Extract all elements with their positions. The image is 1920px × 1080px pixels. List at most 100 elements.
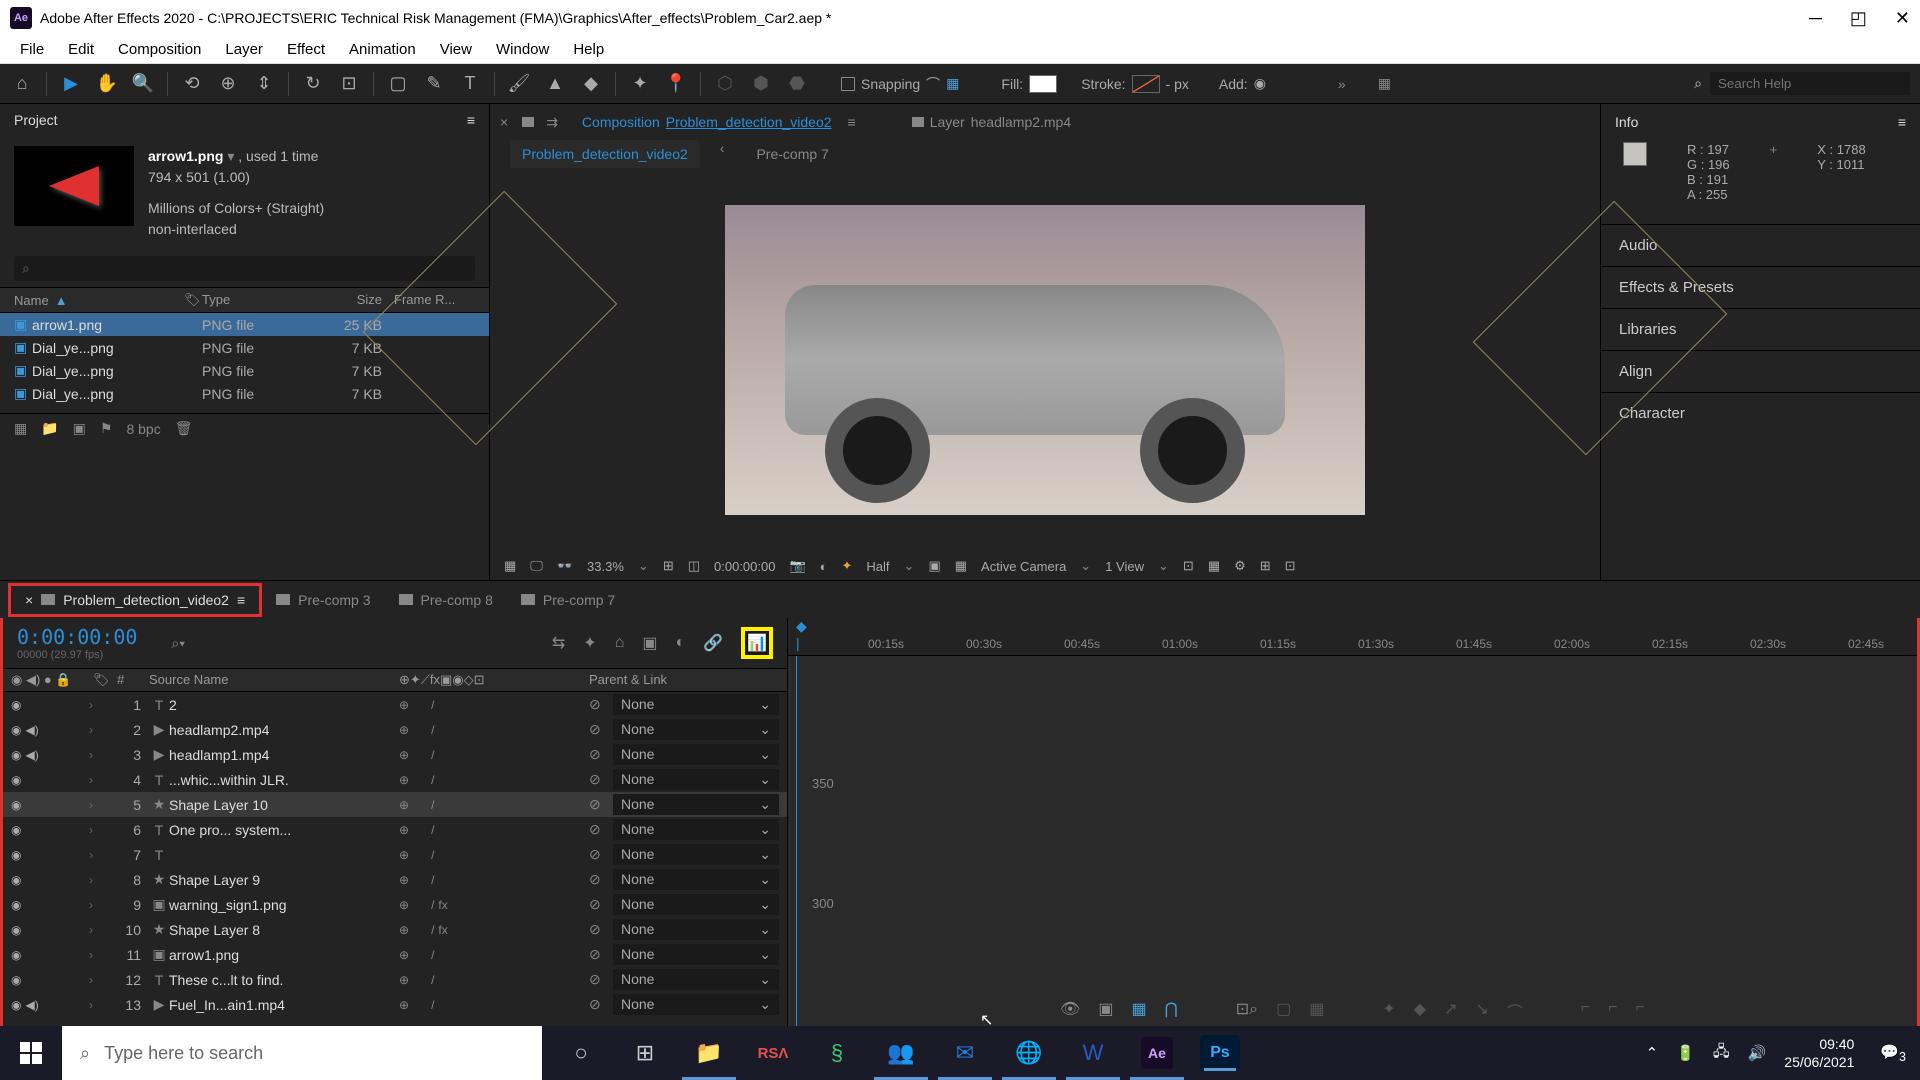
shy-icon[interactable]: ⌂ [615,634,625,652]
minimize-icon[interactable]: ─ [1809,8,1822,29]
taskview-icon[interactable]: ⊞ [614,1026,676,1080]
puppet-tool-icon[interactable]: 📍 [664,72,688,96]
timeline-layer[interactable]: ◉›5★Shape Layer 10⊕/⊘None⌄ [3,792,787,817]
anchor-tool-icon[interactable]: ⊡ [337,72,361,96]
libraries-panel[interactable]: Libraries [1601,308,1920,350]
gc-fit-icon[interactable]: ⊡⌕ [1236,999,1258,1023]
timeline-layer[interactable]: ◉›4T...whic...within JLR.⊕/⊘None⌄ [3,767,787,792]
frame-blend-icon[interactable]: ▣ [642,633,657,653]
timeline-layer[interactable]: ◉◀)›3▶headlamp1.mp4⊕/⊘None⌄ [3,742,787,767]
close-icon[interactable]: × [25,592,33,608]
timeline-tab[interactable]: Pre-comp 8 [385,586,507,614]
start-button[interactable] [0,1026,62,1080]
timeline-ruler[interactable]: ◆| 00:15s 00:30s 00:45s 01:00s 01:15s 01… [788,618,1917,656]
hand-tool-icon[interactable]: ✋ [95,72,119,96]
mask-icon[interactable]: ◫ [688,558,700,574]
composition-viewer[interactable] [490,168,1600,552]
brush-tool-icon[interactable]: 🖌 [507,72,531,96]
outlook-icon[interactable]: ✉ [934,1026,996,1080]
cti-line[interactable] [796,656,797,1035]
snapshot-icon[interactable]: 📷 [789,558,805,574]
text-tool-icon[interactable]: T [458,72,482,96]
vc-icon1[interactable]: ⊡ [1183,558,1194,574]
view-dropdown[interactable]: 1 View [1105,559,1144,574]
transp-icon[interactable]: ▦ [955,558,967,574]
gc-magnet-icon[interactable]: ⋂ [1165,999,1178,1023]
comp-menu-icon[interactable]: ≡ [848,114,856,130]
effects-panel[interactable]: Effects & Presets [1601,266,1920,308]
timeline-tab[interactable]: Pre-comp 3 [262,586,384,614]
bpc-label[interactable]: 8 bpc [126,421,160,437]
timeline-tab-active[interactable]: × Problem_detection_video2 ≡ [8,583,262,617]
camera-dropdown[interactable]: Active Camera [981,559,1066,574]
close-tab-icon[interactable]: × [490,114,518,130]
dolly-tool-icon[interactable]: ⇕ [252,72,276,96]
timeline-layer[interactable]: ◉◀)›13▶Fuel_In...ain1.mp4⊕/⊘None⌄ [3,992,787,1017]
list-item[interactable]: ▣ Dial_ye...png PNG file 7 KB [0,359,489,382]
list-item[interactable]: ▣ Dial_ye...png PNG file 7 KB [0,382,489,405]
gc-show-icon[interactable]: ▣ [1098,999,1113,1023]
timeline-timecode[interactable]: 0:00:00:00 [17,625,137,649]
notifications-icon[interactable]: 💬3 [1880,1043,1906,1064]
timecode-value[interactable]: 0:00:00:00 [714,559,775,574]
snap-opt1-icon[interactable]: ⌒ [926,74,940,94]
timeline-tab[interactable]: Pre-comp 7 [507,586,629,614]
rotate-tool-icon[interactable]: ↻ [301,72,325,96]
pen-tool-icon[interactable]: ✎ [422,72,446,96]
timeline-layer[interactable]: ◉›8★Shape Layer 9⊕/⊘None⌄ [3,867,787,892]
timeline-search-icon[interactable]: ⌕▾ [171,635,185,652]
graph-editor-icon[interactable]: 📊 [741,627,773,659]
timeline-layer[interactable]: ◉›1T 2⊕/⊘None⌄ [3,692,787,717]
subtab[interactable]: Pre-comp 7 [744,140,840,168]
magnification-icon[interactable]: ▦ [504,558,516,574]
menu-composition[interactable]: Composition [108,37,211,62]
timeline-layer[interactable]: ◉›7T⊕/⊘None⌄ [3,842,787,867]
comp-flowchart-icon[interactable]: ⇆ [552,633,565,653]
menu-edit[interactable]: Edit [58,37,104,62]
timeline-layer[interactable]: ◉›10★Shape Layer 8⊕/ fx⊘None⌄ [3,917,787,942]
list-item[interactable]: ▣ arrow1.png PNG file 25 KB [0,313,489,336]
word-icon[interactable]: W [1062,1026,1124,1080]
clone-tool-icon[interactable]: ▲ [543,72,567,96]
tray-chevron-icon[interactable]: ⌃ [1646,1044,1659,1062]
list-item[interactable]: ▣ Dial_ye...png PNG file 7 KB [0,336,489,359]
zoom-tool-icon[interactable]: 🔍 [131,72,155,96]
menu-layer[interactable]: Layer [215,37,273,62]
panel-menu-icon[interactable]: ≡ [467,112,475,128]
timeline-layer[interactable]: ◉›9▣warning_sign1.png⊕/ fx⊘None⌄ [3,892,787,917]
vc-icon3[interactable]: ⚙ [1234,558,1246,574]
fill-swatch[interactable] [1029,75,1057,93]
vc-icon5[interactable]: ⊡ [1285,558,1296,574]
channel-icon[interactable]: ◐ [820,559,828,574]
timeline-layer[interactable]: ◉›11▣arrow1.png⊕/⊘None⌄ [3,942,787,967]
search-help-input[interactable] [1710,72,1910,95]
character-panel[interactable]: Character [1601,392,1920,434]
battery-icon[interactable]: 🔋 [1676,1044,1695,1062]
adjust-icon[interactable]: ⚑ [100,420,113,437]
chrome-icon[interactable]: 🌐 [998,1026,1060,1080]
menu-file[interactable]: File [10,37,54,62]
grid-icon[interactable]: ⊞ [663,558,674,574]
workspace-icon[interactable]: ▦ [1378,75,1391,92]
taskbar-search[interactable]: ⌕ Type here to search [62,1026,542,1080]
home-icon[interactable]: ⌂ [10,72,34,96]
color-icon[interactable]: ✦ [842,558,853,574]
add-button-icon[interactable]: ◉ [1254,75,1266,92]
trash-icon[interactable]: 🗑 [175,420,193,437]
menu-animation[interactable]: Animation [339,37,426,62]
menu-view[interactable]: View [430,37,482,62]
timeline-layer[interactable]: ◉◀)›2▶headlamp2.mp4⊕/⊘None⌄ [3,717,787,742]
menu-help[interactable]: Help [563,37,614,62]
gc-eye-icon[interactable]: 👁 [1060,999,1080,1023]
menu-effect[interactable]: Effect [277,37,335,62]
snapping-checkbox[interactable] [841,77,855,91]
rect-tool-icon[interactable]: ▢ [386,72,410,96]
link-icon[interactable]: 🔗 [703,633,723,653]
playhead-icon[interactable]: ◆| [796,618,807,651]
motion-blur-icon[interactable]: ◐ [675,634,685,652]
roto-tool-icon[interactable]: ✦ [628,72,652,96]
align-panel[interactable]: Align [1601,350,1920,392]
rsa-icon[interactable]: RSΛ [742,1026,804,1080]
pan-tool-icon[interactable]: ⊕ [216,72,240,96]
clock[interactable]: 09:40 25/06/2021 [1784,1035,1862,1071]
